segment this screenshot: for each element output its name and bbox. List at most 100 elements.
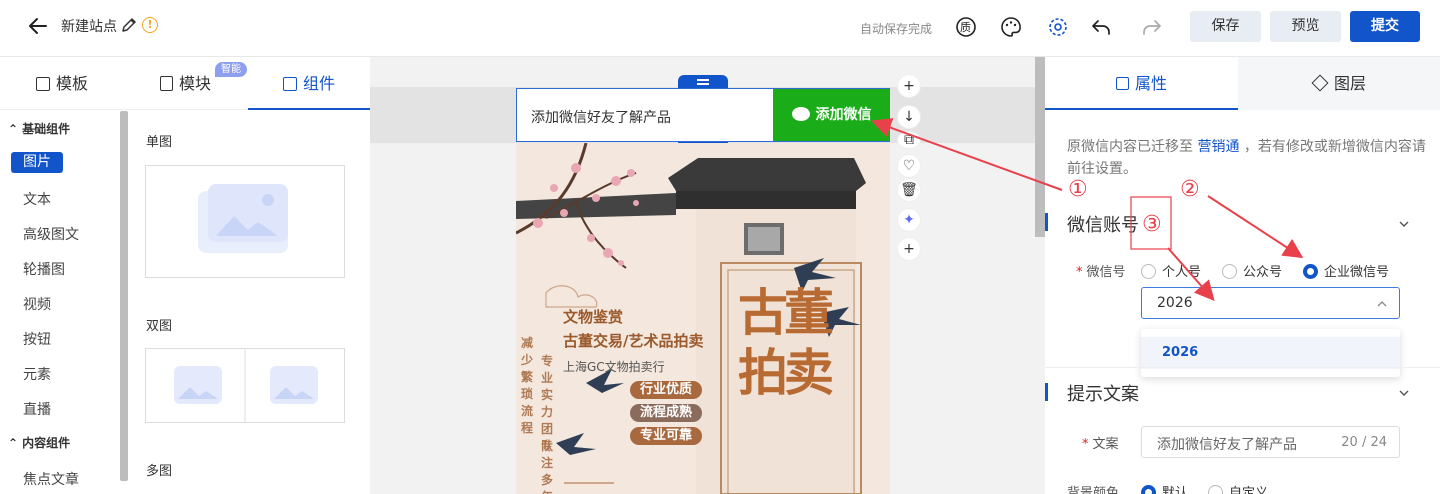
- layers-icon: [1311, 74, 1329, 92]
- left-tabs: 模板 模块 智能 组件: [0, 57, 370, 110]
- drag-handle-top[interactable]: [678, 75, 728, 88]
- single-image-component[interactable]: [145, 165, 345, 278]
- right-panel: 属性 图层 原微信内容已迁移至 营销通 ，若有修改或新增微信内容请前往设置。 微…: [1045, 57, 1440, 494]
- back-arrow-icon[interactable]: [26, 14, 50, 38]
- copy-icon[interactable]: ⧉: [897, 131, 921, 149]
- copy-text-input[interactable]: 添加微信好友了解产品 20 / 24: [1141, 426, 1400, 458]
- migration-notice: 原微信内容已迁移至 营销通 ，若有修改或新增微信内容请前往设置。: [1067, 136, 1432, 180]
- chevron-down-icon[interactable]: [1397, 217, 1411, 231]
- dropdown-option[interactable]: 2026: [1141, 337, 1400, 369]
- top-bar: 新建站点 ! 自动保存完成 质 保存 预览 提交: [0, 0, 1440, 57]
- tab-modules[interactable]: 模块: [160, 57, 211, 110]
- radio-personal[interactable]: 个人号: [1141, 261, 1201, 280]
- chevron-down-icon[interactable]: [1397, 386, 1411, 400]
- bg-color-label: 背景颜色: [1067, 486, 1120, 494]
- delete-icon[interactable]: 🗑: [897, 178, 921, 202]
- poster-big-title: 古董拍卖: [738, 283, 834, 402]
- grid-icon: [282, 77, 297, 91]
- double-image-component[interactable]: [145, 348, 345, 423]
- category-header-basic[interactable]: ⌃ 基础组件: [8, 120, 70, 137]
- left-panel: 模板 模块 智能 组件 ⌃ 基础组件 图片 文本 高级图文 轮播图 视频 按钮 元…: [0, 57, 370, 494]
- wechat-id-label: * 微信号: [1076, 265, 1126, 280]
- poster-quote-col1: 减少繁琐流程: [521, 336, 534, 435]
- tab-layers-label: 图层: [1333, 74, 1366, 93]
- template-icon: [36, 77, 50, 91]
- radio-enterprise[interactable]: 企业微信号: [1303, 261, 1389, 280]
- poster-tag1: 行业优质: [630, 381, 703, 399]
- component-label-single: 单图: [146, 135, 173, 150]
- submit-button[interactable]: 提交: [1350, 11, 1420, 42]
- poster-quote-col3: 专注多年: [541, 439, 554, 494]
- favorite-icon[interactable]: ♡: [897, 154, 921, 178]
- section-title-tip[interactable]: 提示文案: [1067, 380, 1139, 406]
- tab-templates[interactable]: 模板: [36, 57, 88, 110]
- canvas-scrollbar[interactable]: [1035, 57, 1045, 237]
- wechat-component[interactable]: 添加微信好友了解产品 添加微信: [516, 88, 890, 142]
- poster-line1: 文物鉴赏: [563, 308, 624, 326]
- marketing-link[interactable]: 营销通: [1197, 139, 1239, 155]
- radio-bg-default[interactable]: 默认: [1141, 482, 1188, 494]
- radio-bg-default-label: 默认: [1162, 486, 1189, 494]
- tab-layers[interactable]: 图层: [1240, 57, 1440, 110]
- add-wechat-button[interactable]: 添加微信: [773, 89, 890, 141]
- poster-line2: 古董交易/艺术品拍卖: [563, 332, 704, 350]
- radio-dot-icon: [1208, 485, 1223, 494]
- tab-components[interactable]: 组件: [248, 57, 370, 110]
- chevron-up-icon: ⌃: [8, 122, 19, 136]
- wechat-icon: [791, 107, 810, 121]
- category-item-text[interactable]: 文本: [23, 189, 51, 209]
- category-item-rich-text[interactable]: 高级图文: [23, 224, 79, 244]
- category-list: ⌃ 基础组件 图片 文本 高级图文 轮播图 视频 按钮 元素 直播 ⌃ 内容组件 焦…: [0, 110, 120, 494]
- settings-icon[interactable]: [1047, 16, 1069, 38]
- copy-text-label-text: 文案: [1092, 437, 1119, 452]
- category-header-content[interactable]: ⌃ 内容组件: [8, 434, 70, 451]
- section-title-wechat[interactable]: 微信账号: [1067, 211, 1139, 237]
- category-header-basic-label: 基础组件: [22, 122, 71, 136]
- category-item-carousel[interactable]: 轮播图: [23, 259, 65, 279]
- save-button[interactable]: 保存: [1190, 11, 1261, 42]
- component-label-double: 双图: [146, 319, 173, 334]
- wechat-account-select[interactable]: 2026: [1141, 287, 1400, 319]
- select-value: 2026: [1157, 295, 1193, 311]
- preview-button[interactable]: 预览: [1270, 11, 1341, 42]
- copy-text-label: * 文案: [1082, 437, 1119, 452]
- section-marker: [1045, 383, 1048, 401]
- char-counter: 20 / 24: [1341, 435, 1387, 450]
- radio-bg-custom[interactable]: 自定义: [1208, 482, 1268, 494]
- undo-icon[interactable]: [1090, 16, 1112, 38]
- radio-dot-selected-icon: [1141, 485, 1156, 494]
- move-down-icon[interactable]: ↓: [897, 105, 921, 129]
- select-dropdown: 2026: [1141, 329, 1400, 377]
- radio-official[interactable]: 公众号: [1222, 261, 1282, 280]
- wechat-prompt-text: 添加微信好友了解产品: [531, 110, 671, 126]
- pencil-icon[interactable]: [120, 16, 138, 34]
- component-label-multi: 多图: [146, 464, 173, 479]
- chevron-up-icon: ⌃: [8, 436, 19, 450]
- chevron-up-icon: [1377, 301, 1387, 307]
- ai-sparkle-icon[interactable]: ✦: [897, 208, 921, 232]
- category-item-video[interactable]: 视频: [23, 294, 51, 314]
- category-item-element[interactable]: 元素: [23, 364, 51, 384]
- category-item-button[interactable]: 按钮: [23, 329, 51, 349]
- image-placeholder-icon: [198, 184, 288, 253]
- category-item-live[interactable]: 直播: [23, 399, 51, 419]
- quality-icon[interactable]: 质: [955, 16, 977, 38]
- annotation-mark-1: ①: [1068, 177, 1088, 202]
- add-above-icon[interactable]: +: [897, 74, 921, 98]
- notice-prefix: 原微信内容已迁移至: [1067, 139, 1193, 155]
- properties-icon: [1115, 77, 1129, 90]
- radio-dot-icon: [1222, 264, 1237, 279]
- category-item-focus-article[interactable]: 焦点文章: [23, 469, 79, 489]
- quality-icon-label: 质: [960, 21, 971, 34]
- poster-image[interactable]: 文物鉴赏 古董交易/艺术品拍卖 上海GC文物拍卖行 行业优质 流程成熟 专业可靠…: [516, 143, 890, 494]
- add-below-icon[interactable]: +: [897, 237, 921, 261]
- left-scrollbar[interactable]: [120, 111, 128, 481]
- module-icon: [160, 76, 173, 91]
- radio-dot-icon: [1141, 264, 1156, 279]
- tab-properties[interactable]: 属性: [1045, 57, 1238, 110]
- category-item-image[interactable]: 图片: [11, 152, 63, 173]
- palette-icon[interactable]: [1000, 16, 1022, 38]
- category-header-content-label: 内容组件: [22, 436, 71, 450]
- redo-icon[interactable]: [1141, 16, 1163, 38]
- tab-properties-label: 属性: [1134, 74, 1167, 93]
